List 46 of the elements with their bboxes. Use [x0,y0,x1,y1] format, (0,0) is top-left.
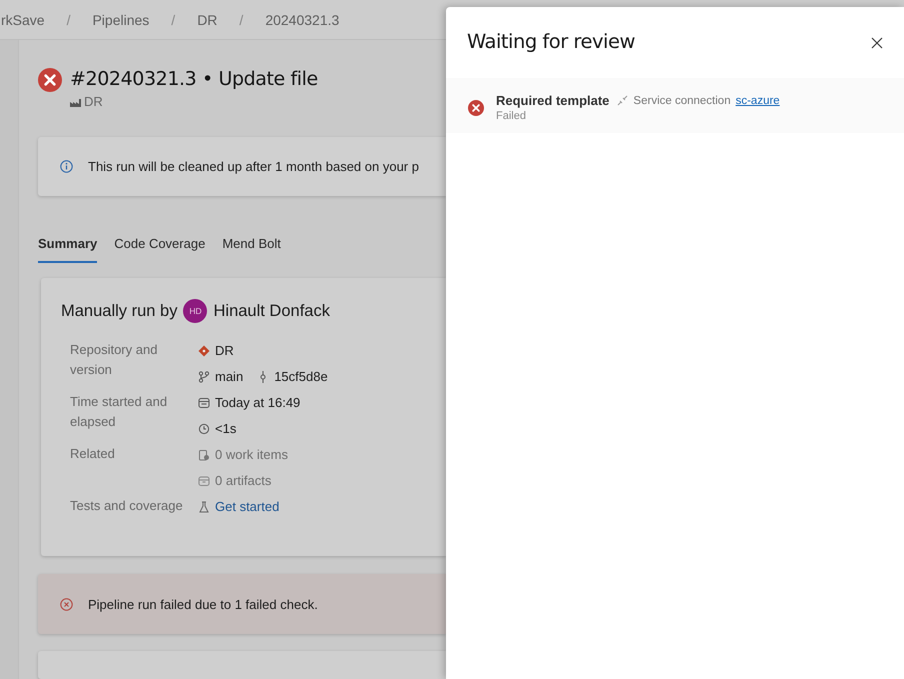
close-icon [871,37,883,49]
detail-label: Repository and version [70,341,158,380]
error-circle-icon [60,598,73,611]
breadcrumb-link[interactable]: DR [195,12,220,28]
banner-text: Pipeline run failed due to 1 failed check. [87,596,318,612]
clipboard-icon [198,448,210,461]
clock-icon [198,422,210,435]
detail-value: Today at 16:49 [215,395,300,410]
summary-heading: Manually run by [61,302,178,321]
user-name: Hinault Donfack [213,302,330,321]
breadcrumb-link[interactable]: 20240321.3 [263,12,342,28]
breadcrumb-link[interactable]: rkSave [0,12,47,28]
check-name: Required template [496,93,610,108]
get-started-link[interactable]: Get started [215,499,280,514]
detail-value: main [215,369,244,384]
branch-icon [198,370,210,383]
breadcrumb-separator: / [170,12,176,28]
box-icon [198,474,210,487]
resource-type: Service connection [633,94,731,106]
check-state: Failed [496,110,527,122]
tab[interactable]: Summary [38,229,98,264]
detail-value: <1s [215,421,236,436]
panel-title: Waiting for review [467,30,635,52]
detail-label: Time started and elapsed [70,393,168,432]
tab[interactable]: Mend Bolt [222,229,281,264]
tab[interactable]: Code Coverage [114,229,206,264]
breadcrumb-separator: / [238,12,244,28]
breadcrumb-separator: / [66,12,72,28]
banner-text: This run will be cleaned up after 1 month based on your p [87,159,419,174]
calendar-icon [198,396,210,409]
info-icon [60,160,73,174]
run-title: #20240321.3 • Update file [70,68,318,90]
detail-value: 0 work items [215,447,288,462]
user-avatar: HD [183,299,208,324]
detail-label: Tests and coverage [70,497,184,516]
flask-icon [198,500,210,513]
git-icon [198,344,210,357]
detail-value: DR [215,343,234,358]
detail-value: 15cf5d8e [274,369,328,384]
pipeline-icon [70,96,81,106]
pipeline-name[interactable]: DR [84,94,103,109]
link-icon [617,95,628,106]
detail-label: Related [70,445,116,464]
detail-value: 0 artifacts [215,473,272,488]
resource-link[interactable]: sc-azure [736,94,780,106]
breadcrumb-link[interactable]: Pipelines [90,12,152,28]
